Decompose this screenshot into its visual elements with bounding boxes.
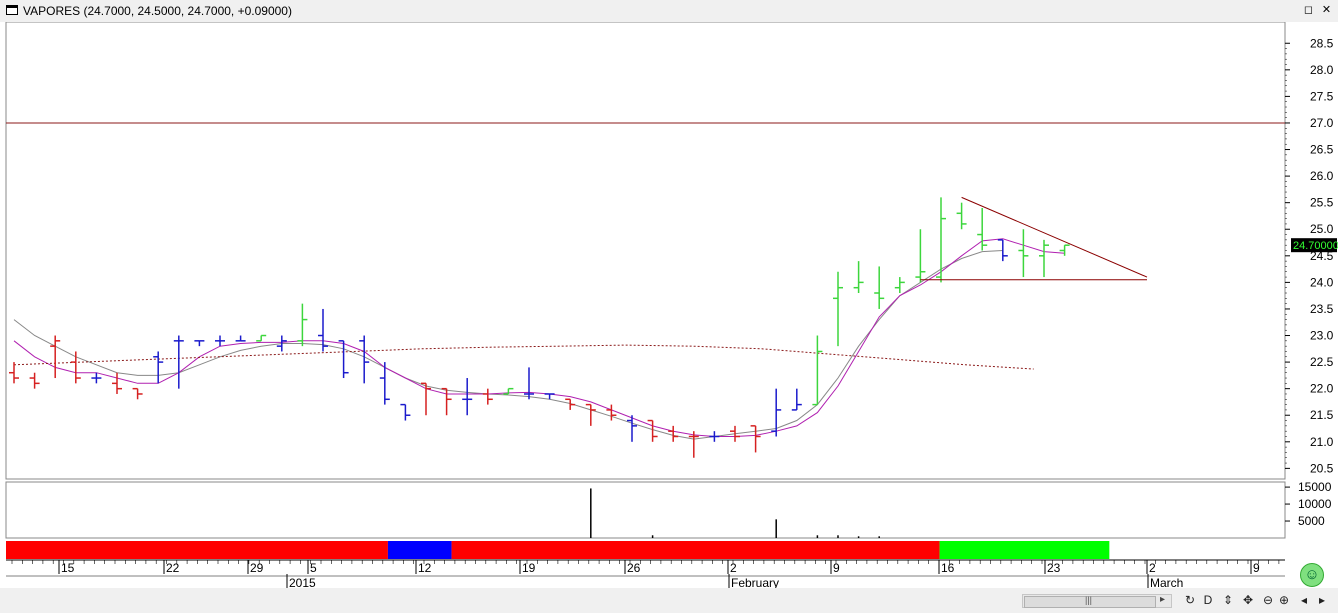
y-tick-label: 25.5: [1310, 196, 1334, 210]
y-tick-label: 23.5: [1310, 302, 1334, 316]
date-tick-label: 9: [1253, 561, 1260, 575]
scroll-right-icon[interactable]: ▸: [1314, 592, 1330, 608]
date-tick-label: 16: [941, 561, 955, 575]
y-tick-label: 21.5: [1310, 408, 1334, 422]
signal-strip-segment: [6, 541, 388, 559]
date-tick-label: 26: [627, 561, 641, 575]
zoom-out-icon[interactable]: ⊖: [1260, 592, 1276, 608]
scroll-grip: |||: [1085, 595, 1093, 605]
vertical-resize-icon[interactable]: ⇕: [1220, 592, 1236, 608]
refresh-icon[interactable]: ↻: [1182, 592, 1198, 608]
price-panel: [5, 21, 1286, 480]
window-titlebar: VAPORES (24.7000, 24.5000, 24.7000, +0.0…: [0, 0, 1338, 23]
d-icon[interactable]: D: [1200, 592, 1216, 608]
window-title: VAPORES (24.7000, 24.5000, 24.7000, +0.0…: [23, 4, 292, 18]
window-icon: [6, 5, 18, 15]
y-tick-label: 27.0: [1310, 116, 1334, 130]
y-tick-label: 21.0: [1310, 435, 1334, 449]
volume-tick-label: 15000: [1298, 480, 1332, 494]
signal-strip-segment: [451, 541, 940, 559]
date-tick-label: 29: [250, 561, 264, 575]
date-tick-label: 23: [1047, 561, 1061, 575]
month-label: February: [731, 576, 779, 588]
zoom-in-icon[interactable]: ⊕: [1276, 592, 1292, 608]
scroll-left-icon[interactable]: ◂: [1296, 592, 1312, 608]
y-tick-label: 25.0: [1310, 222, 1334, 236]
y-tick-label: 22.0: [1310, 382, 1334, 396]
y-tick-label: 20.5: [1310, 461, 1334, 475]
maximize-button[interactable]: ◻: [1302, 4, 1315, 17]
ohlc-chart[interactable]: 28.528.027.527.026.526.025.525.024.524.0…: [0, 21, 1338, 590]
date-tick-label: 9: [833, 561, 840, 575]
date-tick-label: 15: [61, 561, 75, 575]
volume-panel: [5, 481, 1286, 539]
y-tick-label: 27.5: [1310, 89, 1334, 103]
date-tick-label: 2: [1149, 561, 1156, 575]
scrollbar-thumb[interactable]: |||: [1024, 595, 1156, 608]
y-tick-label: 26.5: [1310, 143, 1334, 157]
scroll-right-arrow-icon[interactable]: ▸: [1160, 594, 1165, 605]
signal-strip-segment: [387, 541, 452, 559]
chart-area[interactable]: 28.5 28.0 27.5 27.0 26.5 26.0 25.5 25.0 24.5 24.0…: [0, 21, 1338, 590]
y-tick-label: 28.0: [1310, 63, 1334, 77]
move-icon[interactable]: ✥: [1240, 592, 1256, 608]
y-tick-label: 24.0: [1310, 275, 1334, 289]
month-label: March: [1150, 576, 1183, 588]
date-tick-label: 12: [418, 561, 432, 575]
date-tick-label: 5: [310, 561, 317, 575]
price-tag-label: 24.70000: [1293, 240, 1338, 252]
close-button[interactable]: ✕: [1320, 4, 1333, 17]
y-tick-label: 22.5: [1310, 355, 1334, 369]
date-tick-label: 2: [730, 561, 737, 575]
date-tick-label: 22: [166, 561, 180, 575]
y-tick-label: 28.5: [1310, 36, 1334, 50]
date-tick-label: 19: [522, 561, 536, 575]
horizontal-scrollbar[interactable]: |||: [1022, 594, 1172, 608]
y-tick-label: 23.0: [1310, 329, 1334, 343]
signal-strip-segment: [939, 541, 1110, 559]
volume-tick-label: 10000: [1298, 497, 1332, 511]
volume-tick-label: 5000: [1298, 514, 1325, 528]
bottom-toolbar: ||| ▸ ↻ D ⇕ ✥ ⊖ ⊕ ◂ ▸: [0, 590, 1338, 613]
month-label: 2015: [289, 576, 316, 588]
y-tick-label: 26.0: [1310, 169, 1334, 183]
smiley-icon[interactable]: ☺: [1300, 563, 1324, 587]
